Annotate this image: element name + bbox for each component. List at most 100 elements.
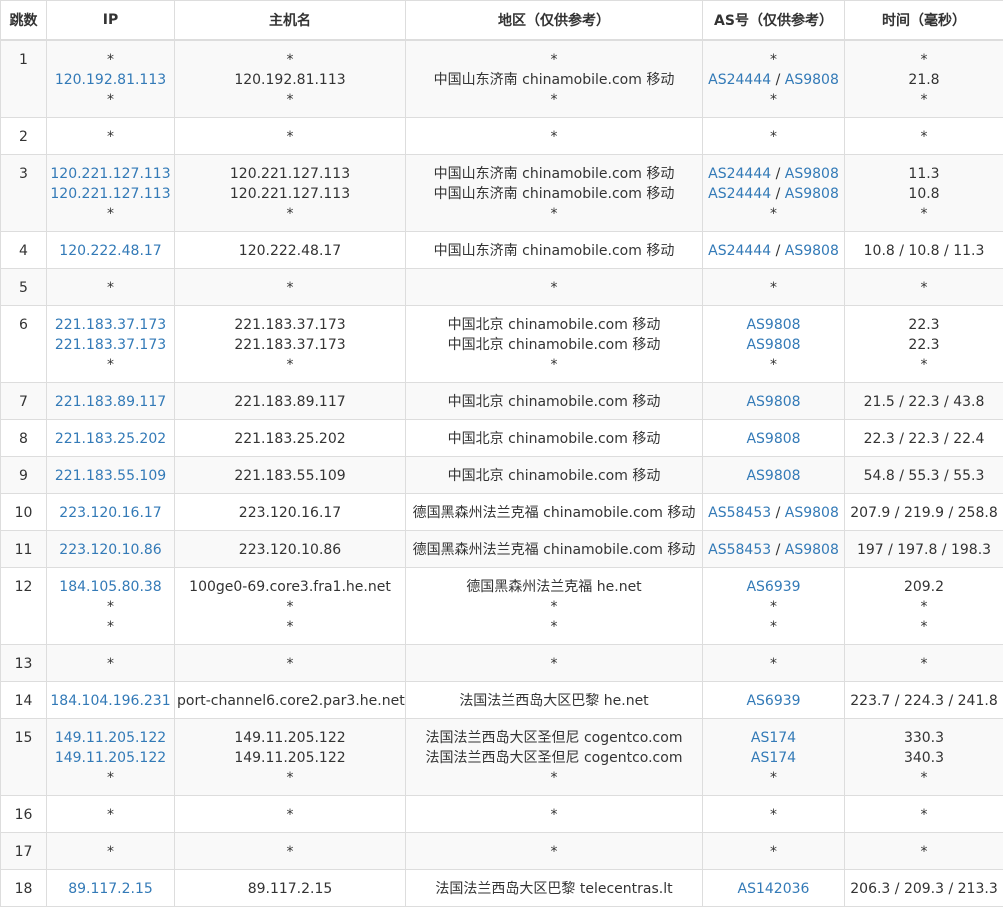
table-row: 7 221.183.89.117 221.183.89.117 中国北京 chinam…: [0, 382, 1003, 420]
empty-marker: *: [107, 844, 114, 860]
asn-link[interactable]: AS9808: [785, 72, 839, 88]
empty-marker: *: [286, 357, 294, 373]
hostname-text: 89.117.2.15: [247, 881, 333, 897]
ip-link[interactable]: 149.11.205.122: [49, 728, 172, 748]
hop-number: 9: [19, 468, 28, 484]
empty-marker: *: [770, 206, 777, 222]
empty-marker: *: [107, 92, 114, 108]
region-text: 中国山东济南 chinamobile.com 移动: [433, 72, 675, 88]
asn-link[interactable]: AS58453: [708, 505, 771, 521]
ip-link[interactable]: 149.11.205.122: [49, 748, 172, 768]
asn-cell: AS6939: [702, 681, 845, 719]
hostname-text: 221.183.37.173: [234, 337, 346, 353]
asn-link[interactable]: AS6939: [746, 579, 800, 595]
table-row: 16 * * * * *: [0, 795, 1003, 833]
ip-link[interactable]: 120.222.48.17: [49, 241, 172, 261]
ip-link[interactable]: 221.183.89.117: [49, 392, 172, 412]
asn-cell: AS9808: [702, 456, 845, 494]
region-cell: *: [405, 832, 703, 870]
hop-number-cell: 12: [0, 567, 47, 645]
asn-link[interactable]: AS9808: [785, 505, 839, 521]
hostname-cell: 221.183.89.117: [174, 382, 406, 420]
asn-link[interactable]: AS58453: [708, 542, 771, 558]
hostname-cell: *: [174, 832, 406, 870]
region-cell: 法国法兰西岛大区巴黎 telecentras.lt: [405, 869, 703, 907]
ip-link[interactable]: 120.221.127.113: [49, 184, 172, 204]
table-row: 14 184.104.196.231 port-channel6.core2.par…: [0, 681, 1003, 719]
asn-link[interactable]: AS9808: [785, 186, 839, 202]
asn-cell: *: [702, 268, 845, 306]
asn-link[interactable]: AS9808: [785, 166, 839, 182]
ip-link[interactable]: 223.120.16.17: [49, 503, 172, 523]
latency-text: 340.3: [903, 750, 945, 766]
asn-link[interactable]: AS9808: [746, 394, 800, 410]
region-cell: *: [405, 795, 703, 833]
asn-line: AS24444 / AS9808: [705, 184, 842, 204]
region-text: 中国山东济南 chinamobile.com 移动: [433, 243, 675, 259]
empty-marker: *: [920, 807, 928, 823]
asn-link[interactable]: AS9808: [746, 431, 800, 447]
latency-text: 21.8: [908, 72, 940, 88]
ip-cell: 120.222.48.17: [46, 231, 175, 269]
asn-link[interactable]: AS24444: [708, 186, 771, 202]
ip-link[interactable]: 221.183.37.173: [49, 335, 172, 355]
hostname-cell: 89.117.2.15: [174, 869, 406, 907]
asn-link[interactable]: AS9808: [785, 542, 839, 558]
asn-line: AS24444 / AS9808: [705, 241, 842, 261]
hop-number: 6: [19, 317, 28, 333]
asn-line: AS58453 / AS9808: [705, 540, 842, 560]
ip-link[interactable]: 221.183.25.202: [49, 429, 172, 449]
asn-link[interactable]: AS9808: [746, 317, 800, 333]
hostname-text: 223.120.16.17: [238, 505, 342, 521]
region-text: 法国法兰西岛大区巴黎 he.net: [459, 693, 649, 709]
asn-link[interactable]: AS174: [751, 750, 796, 766]
asn-link[interactable]: AS24444: [708, 166, 771, 182]
empty-marker: *: [286, 807, 294, 823]
asn-line: AS6939: [705, 691, 842, 711]
time-cell: *: [844, 795, 1003, 833]
hop-number: 18: [14, 881, 33, 897]
asn-link[interactable]: AS24444: [708, 243, 771, 259]
asn-line: AS142036: [705, 879, 842, 899]
asn-link[interactable]: AS142036: [738, 881, 810, 897]
hop-number: 12: [14, 579, 33, 595]
ip-link[interactable]: 221.183.55.109: [49, 466, 172, 486]
ip-cell: *: [46, 268, 175, 306]
asn-link[interactable]: AS24444: [708, 72, 771, 88]
header-time: 时间（毫秒）: [844, 0, 1003, 41]
table-header-row: 跳数 IP 主机名 地区（仅供参考） AS号（仅供参考） 时间（毫秒）: [0, 0, 1003, 41]
time-cell: * 21.8 *: [844, 39, 1003, 118]
asn-separator: /: [771, 72, 785, 88]
asn-link[interactable]: AS9808: [785, 243, 839, 259]
latency-text: 10.8 / 10.8 / 11.3: [863, 243, 985, 259]
empty-marker: *: [286, 206, 294, 222]
region-text: 中国山东济南 chinamobile.com 移动: [433, 186, 675, 202]
region-cell: *: [405, 117, 703, 155]
ip-link[interactable]: 184.104.196.231: [49, 691, 172, 711]
ip-link[interactable]: 89.117.2.15: [49, 879, 172, 899]
asn-link[interactable]: AS174: [751, 730, 796, 746]
ip-link[interactable]: 184.105.80.38: [49, 577, 172, 597]
latency-text: 11.3: [908, 166, 940, 182]
asn-link[interactable]: AS6939: [746, 693, 800, 709]
table-row: 1 * 120.192.81.113 * * 120.192.81.113 * * 中国山东济南…: [0, 39, 1003, 118]
ip-link[interactable]: 221.183.37.173: [49, 315, 172, 335]
asn-separator: /: [771, 505, 785, 521]
region-text: 德国黑森州法兰克福 he.net: [466, 579, 642, 595]
table-row: 11 223.120.10.86 223.120.10.86 德国黑森州法兰克福 ch…: [0, 530, 1003, 568]
asn-link[interactable]: AS9808: [746, 337, 800, 353]
empty-marker: *: [107, 206, 114, 222]
hop-number-cell: 15: [0, 718, 47, 796]
asn-cell: AS9808 AS9808 *: [702, 305, 845, 383]
header-asn: AS号（仅供参考）: [702, 0, 845, 41]
region-cell: 法国法兰西岛大区巴黎 he.net: [405, 681, 703, 719]
ip-link[interactable]: 223.120.10.86: [49, 540, 172, 560]
hostname-cell: *: [174, 268, 406, 306]
ip-link[interactable]: 120.192.81.113: [49, 70, 172, 90]
asn-cell: AS174 AS174 *: [702, 718, 845, 796]
asn-link[interactable]: AS9808: [746, 468, 800, 484]
ip-link[interactable]: 120.221.127.113: [49, 164, 172, 184]
ip-cell: *: [46, 117, 175, 155]
ip-cell: 184.104.196.231: [46, 681, 175, 719]
hop-number: 16: [14, 807, 33, 823]
